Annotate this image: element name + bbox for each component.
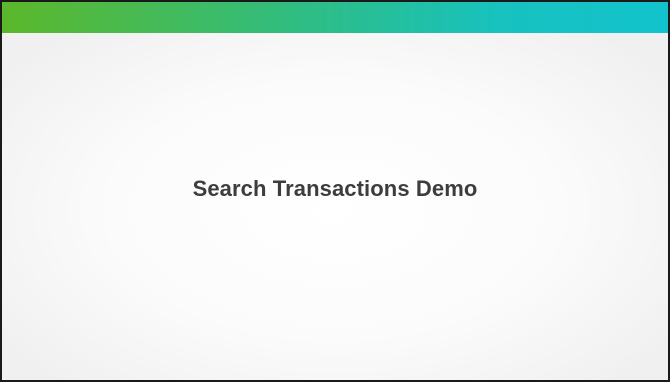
slide: Search Transactions Demo xyxy=(0,0,670,382)
slide-title: Search Transactions Demo xyxy=(192,176,478,201)
accent-bar xyxy=(2,2,668,33)
